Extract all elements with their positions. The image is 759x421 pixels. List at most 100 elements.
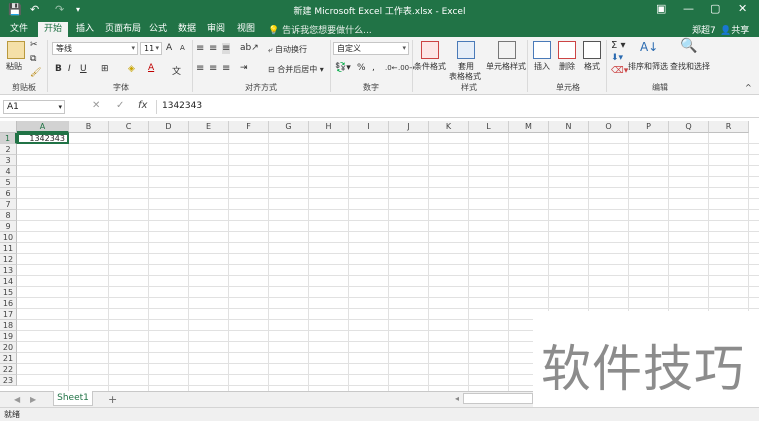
tab-file[interactable]: 文件 bbox=[4, 22, 34, 37]
name-box[interactable]: A1 ▾ bbox=[3, 100, 65, 114]
comma-button[interactable]: , bbox=[372, 63, 375, 73]
find-select-icon[interactable]: 🔍 bbox=[680, 38, 697, 54]
column-header-d[interactable]: D bbox=[149, 121, 189, 133]
column-header-e[interactable]: E bbox=[189, 121, 229, 133]
bold-button[interactable]: B bbox=[55, 64, 62, 74]
paste-button[interactable]: 粘贴 bbox=[6, 61, 22, 72]
row-header-9[interactable]: 9 bbox=[0, 221, 17, 232]
tell-me-search[interactable]: 💡 告诉我您想要做什么... bbox=[268, 23, 372, 36]
tab-formulas[interactable]: 公式 bbox=[143, 22, 173, 37]
row-header-21[interactable]: 21 bbox=[0, 353, 17, 364]
align-left-icon[interactable]: ≡ bbox=[196, 63, 204, 74]
column-header-l[interactable]: L bbox=[469, 121, 509, 133]
row-header-12[interactable]: 12 bbox=[0, 254, 17, 265]
row-header-1[interactable]: 1 bbox=[0, 133, 17, 144]
minimize-button[interactable]: — bbox=[683, 2, 694, 15]
autosum-icon[interactable]: Σ ▾ bbox=[611, 40, 626, 51]
row-header-5[interactable]: 5 bbox=[0, 177, 17, 188]
format-as-table-icon[interactable] bbox=[457, 41, 475, 59]
cell-styles-button[interactable]: 单元格样式 bbox=[486, 61, 526, 72]
format-as-table-button-l2[interactable]: 表格格式 bbox=[449, 71, 481, 82]
column-header-n[interactable]: N bbox=[549, 121, 589, 133]
tab-review[interactable]: 审阅 bbox=[201, 22, 231, 37]
row-header-14[interactable]: 14 bbox=[0, 276, 17, 287]
close-button[interactable]: ✕ bbox=[738, 2, 747, 15]
ribbon-display-icon[interactable]: ▣ bbox=[656, 2, 666, 15]
row-header-11[interactable]: 11 bbox=[0, 243, 17, 254]
collapse-ribbon-icon[interactable]: ^ bbox=[745, 83, 752, 92]
currency-icon[interactable]: 💱▾ bbox=[335, 63, 351, 73]
row-header-3[interactable]: 3 bbox=[0, 155, 17, 166]
align-top-icon[interactable]: ≡ bbox=[196, 43, 204, 54]
column-header-b[interactable]: B bbox=[69, 121, 109, 133]
phonetic-icon[interactable]: 文 bbox=[172, 64, 181, 77]
underline-button[interactable]: U bbox=[80, 64, 87, 74]
row-header-18[interactable]: 18 bbox=[0, 320, 17, 331]
orientation-icon[interactable]: ab↗ bbox=[240, 43, 259, 53]
column-header-f[interactable]: F bbox=[229, 121, 269, 133]
column-header-i[interactable]: I bbox=[349, 121, 389, 133]
row-header-6[interactable]: 6 bbox=[0, 188, 17, 199]
cut-icon[interactable]: ✂ bbox=[30, 40, 38, 50]
column-header-g[interactable]: G bbox=[269, 121, 309, 133]
increase-decimal-icon[interactable]: .0← bbox=[385, 64, 398, 72]
cancel-icon[interactable]: ✕ bbox=[92, 100, 100, 111]
format-painter-icon[interactable]: 🖌 bbox=[30, 68, 41, 78]
column-header-j[interactable]: J bbox=[389, 121, 429, 133]
row-header-8[interactable]: 8 bbox=[0, 210, 17, 221]
delete-cells-button[interactable]: 删除 bbox=[559, 61, 575, 72]
conditional-format-icon[interactable] bbox=[421, 41, 439, 59]
format-cells-button[interactable]: 格式 bbox=[584, 61, 600, 72]
percent-button[interactable]: % bbox=[357, 63, 366, 73]
fill-icon[interactable]: ⬇▾ bbox=[611, 53, 623, 63]
copy-icon[interactable]: ⧉ bbox=[30, 54, 36, 64]
align-center-icon[interactable]: ≡ bbox=[209, 63, 217, 74]
enter-icon[interactable]: ✓ bbox=[116, 100, 124, 111]
insert-cells-button[interactable]: 插入 bbox=[534, 61, 550, 72]
tab-view[interactable]: 视图 bbox=[231, 22, 261, 37]
column-header-a[interactable]: A bbox=[17, 121, 69, 133]
add-sheet-button[interactable]: + bbox=[108, 393, 117, 406]
italic-button[interactable]: I bbox=[68, 64, 71, 74]
conditional-format-button[interactable]: 条件格式 bbox=[414, 61, 446, 72]
tab-insert[interactable]: 插入 bbox=[70, 22, 100, 37]
row-header-13[interactable]: 13 bbox=[0, 265, 17, 276]
tab-page-layout[interactable]: 页面布局 bbox=[99, 22, 147, 37]
fill-color-icon[interactable]: ◈ bbox=[128, 64, 135, 74]
restore-button[interactable]: ▢ bbox=[710, 2, 720, 15]
insert-cells-icon[interactable] bbox=[533, 41, 551, 59]
cell-a1[interactable]: 1342343 bbox=[17, 133, 69, 144]
column-header-k[interactable]: K bbox=[429, 121, 469, 133]
column-header-p[interactable]: P bbox=[629, 121, 669, 133]
shrink-font-icon[interactable]: A bbox=[180, 44, 185, 52]
next-sheet-icon[interactable]: ▶ bbox=[30, 395, 36, 404]
tab-data[interactable]: 数据 bbox=[172, 22, 202, 37]
row-header-16[interactable]: 16 bbox=[0, 298, 17, 309]
prev-sheet-icon[interactable]: ◀ bbox=[14, 395, 20, 404]
wrap-text-button[interactable]: ⤶ 自动换行 bbox=[268, 44, 307, 55]
font-name-select[interactable]: 等线 ▾ bbox=[52, 42, 138, 55]
format-cells-icon[interactable] bbox=[583, 41, 601, 59]
row-header-22[interactable]: 22 bbox=[0, 364, 17, 375]
cell-styles-icon[interactable] bbox=[498, 41, 516, 59]
font-color-icon[interactable]: A bbox=[148, 63, 154, 73]
row-header-19[interactable]: 19 bbox=[0, 331, 17, 342]
row-header-4[interactable]: 4 bbox=[0, 166, 17, 177]
delete-cells-icon[interactable] bbox=[558, 41, 576, 59]
scroll-left-icon[interactable]: ◂ bbox=[455, 394, 459, 403]
insert-function-button[interactable]: fx bbox=[138, 100, 147, 111]
row-header-17[interactable]: 17 bbox=[0, 309, 17, 320]
font-size-select[interactable]: 11 ▾ bbox=[140, 42, 162, 55]
row-header-7[interactable]: 7 bbox=[0, 199, 17, 210]
align-middle-icon[interactable]: ≡ bbox=[209, 43, 217, 54]
borders-icon[interactable]: ⊞ bbox=[101, 64, 109, 74]
column-header-c[interactable]: C bbox=[109, 121, 149, 133]
user-name[interactable]: 郑超7 bbox=[692, 23, 716, 36]
indent-icon[interactable]: ⇥ bbox=[240, 63, 248, 73]
sort-filter-button[interactable]: 排序和筛选 bbox=[628, 61, 668, 72]
sort-filter-icon[interactable]: A↓ bbox=[640, 40, 658, 54]
row-header-15[interactable]: 15 bbox=[0, 287, 17, 298]
formula-input[interactable]: 1342343 bbox=[156, 100, 754, 114]
merge-center-button[interactable]: ⊟ 合并后居中 ▾ bbox=[268, 64, 324, 75]
share-button[interactable]: 👤共享 bbox=[720, 23, 749, 36]
